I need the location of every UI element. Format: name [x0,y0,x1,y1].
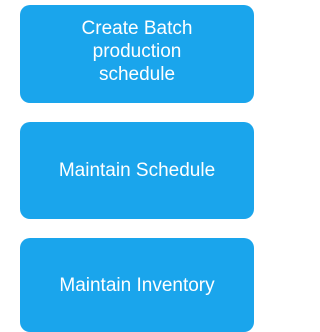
create-batch-production-schedule-button[interactable]: Create Batch production schedule [20,5,254,103]
maintain-schedule-button[interactable]: Maintain Schedule [20,122,254,219]
maintain-inventory-label: Maintain Inventory [59,274,215,296]
maintain-schedule-label: Maintain Schedule [58,160,216,181]
maintain-inventory-button[interactable]: Maintain Inventory [20,238,254,332]
action-menu: Create Batch production schedule Maintai… [0,0,254,332]
create-batch-production-schedule-label: Create Batch production schedule [81,17,193,85]
